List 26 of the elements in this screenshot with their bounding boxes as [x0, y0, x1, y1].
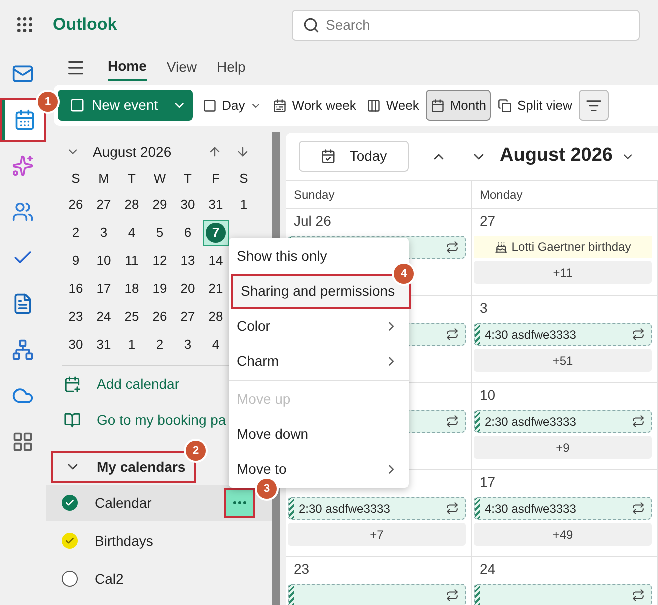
weekday-label: F — [211, 170, 221, 188]
weekday-header: Sunday — [286, 181, 472, 208]
date-number: 3 — [479, 299, 489, 318]
date-number: Jul 26 — [293, 212, 332, 231]
step-badge: 3 — [257, 479, 277, 499]
weekday-label: S — [70, 170, 82, 188]
weekday-label: W — [152, 170, 168, 188]
date-number: 10 — [479, 386, 497, 405]
month-title: August 2026 — [93, 142, 173, 162]
weekday-label: M — [98, 170, 110, 188]
step-badge: 2 — [186, 441, 206, 461]
date-number: 27 — [479, 212, 497, 231]
date-number: 24 — [479, 560, 497, 579]
date-number: 17 — [479, 473, 497, 492]
date-number: 23 — [293, 560, 311, 579]
weekday-label: S — [238, 170, 250, 188]
calendar-name: Calendar — [95, 494, 152, 512]
calendar-name: Cal2 — [95, 570, 124, 588]
weekday-label: T — [127, 170, 137, 188]
step-badge: 4 — [394, 264, 414, 284]
calendar-name: Birthdays — [95, 532, 154, 551]
calendar-title: August 2026 — [500, 144, 613, 168]
step-badge: 1 — [38, 92, 58, 112]
weekday-label: T — [183, 170, 193, 188]
app-name: Outlook — [53, 14, 118, 36]
weekday-header: Monday — [472, 181, 658, 208]
